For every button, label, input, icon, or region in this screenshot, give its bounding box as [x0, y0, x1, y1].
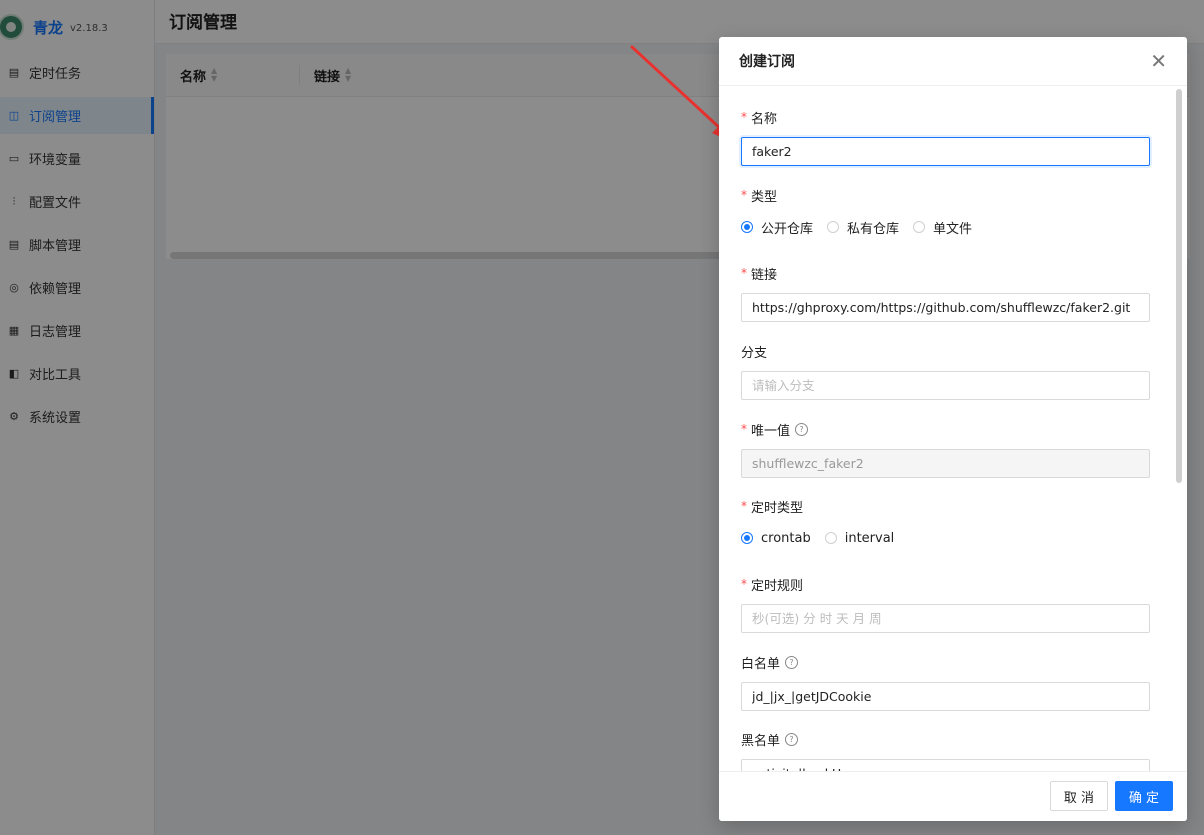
- whitelist-input[interactable]: [741, 682, 1150, 711]
- required-mark: *: [741, 110, 747, 124]
- label-text: 名称: [751, 111, 778, 127]
- create-subscription-modal: 创建订阅 ✕ * 名称 * 类型 公开仓库: [719, 37, 1187, 821]
- branch-input[interactable]: [741, 371, 1150, 400]
- label-text: 链接: [751, 267, 778, 283]
- link-label: * 链接: [741, 264, 1150, 283]
- alias-field: * 唯一值 ?: [741, 420, 1150, 478]
- modal-title: 创建订阅: [739, 54, 795, 70]
- required-mark: *: [741, 577, 747, 591]
- required-mark: *: [741, 188, 747, 202]
- type-radio-group: 公开仓库 私有仓库 单文件: [741, 218, 1150, 237]
- link-input[interactable]: [741, 293, 1150, 322]
- schedule-type-field: * 定时类型 crontab interval: [741, 497, 1150, 547]
- name-label: * 名称: [741, 108, 1150, 127]
- label-text: 定时规则: [751, 578, 804, 594]
- cancel-button[interactable]: 取 消: [1050, 781, 1108, 811]
- alias-label: * 唯一值 ?: [741, 420, 1150, 439]
- schedule-type-label: * 定时类型: [741, 497, 1150, 516]
- type-field: * 类型 公开仓库 私有仓库 单文件: [741, 186, 1150, 237]
- modal-body[interactable]: * 名称 * 类型 公开仓库 私有仓库: [719, 86, 1187, 772]
- radio-label: 单文件: [933, 221, 973, 237]
- modal-scrollbar[interactable]: [1176, 89, 1182, 483]
- blacklist-field: 黑名单 ?: [741, 730, 1150, 772]
- label-text: 黑名单: [741, 733, 781, 749]
- blacklist-label: 黑名单 ?: [741, 730, 1150, 749]
- branch-field: 分支: [741, 342, 1150, 400]
- required-mark: *: [741, 266, 747, 280]
- whitelist-label: 白名单 ?: [741, 653, 1150, 672]
- required-mark: *: [741, 499, 747, 513]
- close-icon[interactable]: ✕: [1150, 51, 1167, 71]
- radio-checked-icon: [741, 221, 753, 233]
- whitelist-field: 白名单 ?: [741, 653, 1150, 711]
- radio-label: 私有仓库: [847, 221, 900, 237]
- schedule-input[interactable]: [741, 604, 1150, 633]
- type-radio-public[interactable]: 公开仓库: [741, 218, 813, 237]
- type-radio-file[interactable]: 单文件: [913, 218, 972, 237]
- radio-label: 公开仓库: [761, 221, 814, 237]
- label-text: 类型: [751, 189, 778, 205]
- required-mark: *: [741, 422, 747, 436]
- question-circle-icon[interactable]: ?: [785, 732, 799, 746]
- name-field: * 名称: [741, 108, 1150, 166]
- modal-footer: 取 消 确 定: [719, 771, 1187, 821]
- schedule-type-radio-crontab[interactable]: crontab: [741, 531, 811, 546]
- name-input[interactable]: [741, 137, 1150, 166]
- radio-label: crontab: [761, 530, 811, 546]
- radio-checked-icon: [741, 532, 753, 544]
- link-field: * 链接: [741, 264, 1150, 322]
- schedule-field: * 定时规则: [741, 575, 1150, 633]
- question-circle-icon[interactable]: ?: [795, 422, 809, 436]
- label-text: 白名单: [741, 656, 781, 672]
- modal-header: 创建订阅 ✕: [719, 37, 1187, 86]
- radio-unchecked-icon: [824, 532, 837, 544]
- label-text: 定时类型: [751, 500, 804, 516]
- schedule-type-radio-interval[interactable]: interval: [824, 530, 895, 546]
- radio-unchecked-icon: [827, 221, 840, 233]
- type-radio-private[interactable]: 私有仓库: [827, 218, 899, 237]
- radio-unchecked-icon: [913, 221, 926, 233]
- label-text: 唯一值: [751, 423, 791, 439]
- alias-input: [741, 449, 1150, 478]
- schedule-type-radio-group: crontab interval: [741, 529, 1150, 547]
- radio-label: interval: [844, 530, 895, 546]
- question-circle-icon[interactable]: ?: [785, 655, 799, 669]
- label-text: 分支: [741, 345, 768, 361]
- schedule-label: * 定时规则: [741, 575, 1150, 594]
- branch-label: 分支: [741, 342, 1150, 361]
- type-label: * 类型: [741, 186, 1150, 205]
- ok-button[interactable]: 确 定: [1115, 781, 1173, 811]
